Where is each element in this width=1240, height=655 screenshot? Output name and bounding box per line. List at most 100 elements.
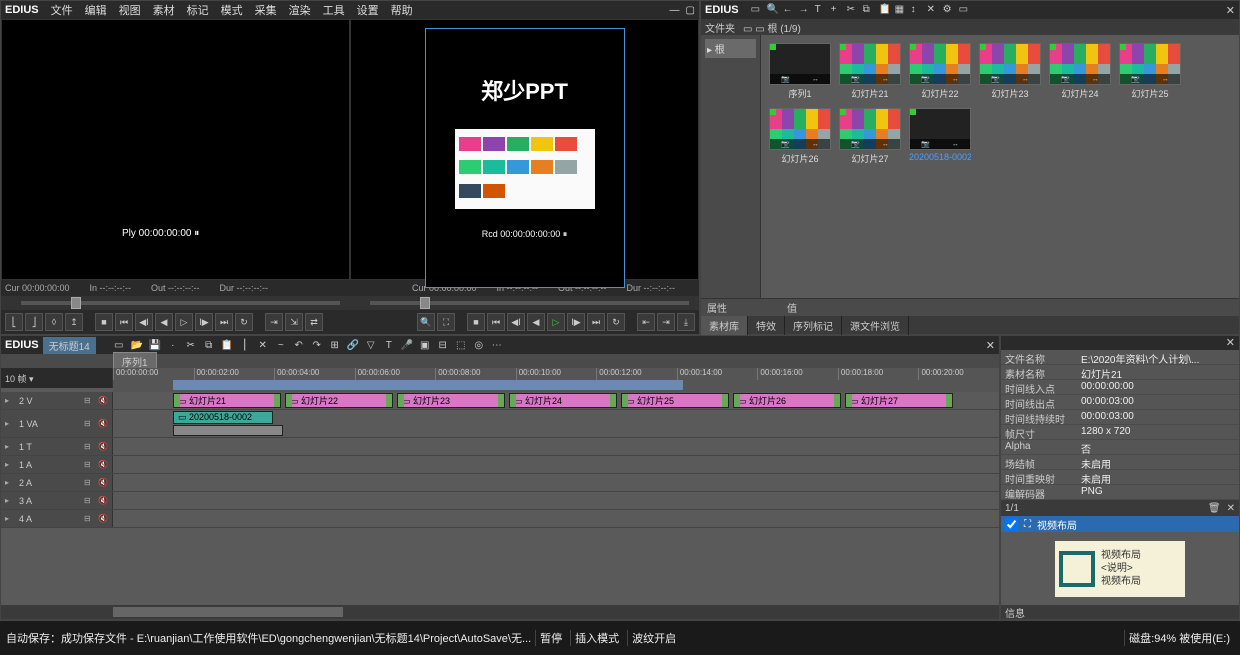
bin-clip[interactable]: 📷↔幻灯片23	[979, 43, 1041, 100]
bin-folder-tree[interactable]: ▸ 根	[701, 35, 761, 298]
cut-icon[interactable]: ✂	[184, 338, 198, 352]
bin-tab[interactable]: 特效	[748, 316, 785, 335]
track-header[interactable]: ▸4 A⊟🔇	[1, 510, 113, 527]
menu-clip[interactable]: 素材	[153, 2, 175, 18]
menu-render[interactable]: 渲染	[289, 2, 311, 18]
folder-icon[interactable]: ▭	[751, 4, 763, 16]
zoom-slider-label[interactable]: 10 帧 ▾	[5, 372, 34, 385]
cut-icon[interactable]: ✂	[847, 4, 859, 16]
timeline-clip[interactable]: ▭ 幻灯片22	[285, 393, 393, 408]
copy-icon[interactable]: ⧉	[202, 338, 216, 352]
redo-icon[interactable]: ↷	[310, 338, 324, 352]
step-back-button[interactable]: ◀I	[135, 313, 153, 331]
rec-play-button[interactable]: ▷	[547, 313, 565, 331]
menu-view[interactable]: 视图	[119, 2, 141, 18]
insert-button[interactable]: ⇥	[265, 313, 283, 331]
next-edit-button[interactable]: ⇥	[657, 313, 675, 331]
fx-enable-checkbox[interactable]	[1005, 518, 1018, 531]
rewind-button[interactable]: ⏮	[115, 313, 133, 331]
bin-clip[interactable]: 📷↔幻灯片27	[839, 108, 901, 165]
menu-tools[interactable]: 工具	[323, 2, 345, 18]
rec-stop-button[interactable]: ■	[467, 313, 485, 331]
track-body[interactable]	[113, 456, 999, 473]
timeline-scrollbar[interactable]	[1, 605, 999, 619]
open-icon[interactable]: 📂	[130, 338, 144, 352]
timeline-audio-clip[interactable]	[173, 425, 283, 436]
bin-tab[interactable]: 素材库	[701, 316, 748, 335]
track-body[interactable]: ▭ 20200518-0002	[113, 410, 999, 437]
menu-file[interactable]: 文件	[51, 2, 73, 18]
timeline-clip[interactable]: ▭ 幻灯片25	[621, 393, 729, 408]
split-icon[interactable]: ⎮	[238, 338, 252, 352]
set-out-icon[interactable]: ⎦	[25, 313, 43, 331]
bin-close-icon[interactable]: ✕	[1226, 4, 1235, 17]
timeline-clip[interactable]: ▭ 20200518-0002	[173, 411, 273, 424]
track-header[interactable]: ▸2 V⊟🔇	[1, 392, 113, 409]
delete-icon[interactable]: ✕	[256, 338, 270, 352]
sort-icon[interactable]: ↕	[911, 4, 923, 16]
source-monitor[interactable]: Ply 00:00:00:00 ⏸	[1, 19, 350, 280]
timeline-clip[interactable]: ▭ 幻灯片21	[173, 393, 281, 408]
search-icon[interactable]: 🔍	[767, 4, 779, 16]
view-icon[interactable]: ▦	[895, 4, 907, 16]
menu-marker[interactable]: 标记	[187, 2, 209, 18]
menu-edit[interactable]: 编辑	[85, 2, 107, 18]
add-icon[interactable]: +	[831, 4, 843, 16]
bin-breadcrumb[interactable]: ▭ ▭ 根 (1/9)	[743, 20, 801, 35]
track-header[interactable]: ▸1 VA⊟🔇	[1, 410, 113, 437]
fx-close-icon[interactable]: ✕	[1227, 503, 1235, 514]
fx-del-icon[interactable]: 🗑	[1208, 503, 1221, 514]
gear-icon[interactable]: ✕	[927, 4, 939, 16]
maximize-icon[interactable]: ▢	[686, 5, 695, 16]
set-in-icon[interactable]: ⎣	[5, 313, 23, 331]
bin-clip[interactable]: 📷↔20200518-0002	[909, 108, 971, 165]
loop-button[interactable]: ↻	[235, 313, 253, 331]
search-icon[interactable]: 🔍	[417, 313, 435, 331]
timeline-clip[interactable]: ▭ 幻灯片26	[733, 393, 841, 408]
track-header[interactable]: ▸1 A⊟🔇	[1, 456, 113, 473]
ins-mode-icon[interactable]: ⬚	[454, 338, 468, 352]
info-close-icon[interactable]: ✕	[1226, 336, 1235, 350]
record-monitor[interactable]: 郑少PPT Rcd 00:00:00:00:00 ⏸	[350, 19, 699, 280]
bin-root-folder[interactable]: ▸ 根	[705, 39, 756, 58]
play-back-button[interactable]: ◀	[155, 313, 173, 331]
replace-button[interactable]: ⇄	[305, 313, 323, 331]
ffwd-button[interactable]: ⏭	[215, 313, 233, 331]
marker-add-icon[interactable]: ▽	[364, 338, 378, 352]
work-area-bar[interactable]	[173, 380, 683, 390]
track-body[interactable]: ▭ 幻灯片21▭ 幻灯片22▭ 幻灯片23▭ 幻灯片24▭ 幻灯片25▭ 幻灯片…	[113, 392, 999, 409]
bin-clip[interactable]: 📷↔幻灯片25	[1119, 43, 1181, 100]
bin-clip[interactable]: 📷↔幻灯片22	[909, 43, 971, 100]
overwrite-button[interactable]: ⇲	[285, 313, 303, 331]
rec-step-fwd-button[interactable]: I▶	[567, 313, 585, 331]
stop-button[interactable]: ■	[95, 313, 113, 331]
paste-icon[interactable]: 📋	[879, 4, 891, 16]
rec-rewind-button[interactable]: ⏮	[487, 313, 505, 331]
timeline-ruler[interactable]: 00:00:00:0000:00:02:0000:00:04:0000:00:0…	[113, 368, 999, 392]
track-body[interactable]	[113, 438, 999, 455]
props-icon[interactable]: ⚙	[943, 4, 955, 16]
src-scrubber[interactable]	[1, 296, 350, 310]
step-fwd-button[interactable]: I▶	[195, 313, 213, 331]
more-icon[interactable]: ⋯	[490, 338, 504, 352]
menu-capture[interactable]: 采集	[255, 2, 277, 18]
lift-icon[interactable]: ↥	[65, 313, 83, 331]
bin-clip[interactable]: 📷↔序列1	[769, 43, 831, 100]
fx-expand-icon[interactable]: ⛶	[1024, 519, 1031, 530]
bin-tab[interactable]: 源文件浏览	[842, 316, 909, 335]
arrow-left-icon[interactable]: ←	[783, 4, 795, 16]
timeline-clip[interactable]: ▭ 幻灯片27	[845, 393, 953, 408]
target-icon[interactable]: ◎	[472, 338, 486, 352]
rec-loop-button[interactable]: ↻	[607, 313, 625, 331]
minimize-icon[interactable]: —	[670, 5, 680, 16]
render-icon[interactable]: ▣	[418, 338, 432, 352]
play-button[interactable]: ▷	[175, 313, 193, 331]
dock-icon[interactable]: ▭	[959, 4, 971, 16]
title-icon[interactable]: T	[382, 338, 396, 352]
track-body[interactable]	[113, 492, 999, 509]
undo-icon[interactable]: ↶	[292, 338, 306, 352]
menu-mode[interactable]: 模式	[221, 2, 243, 18]
paste-icon[interactable]: 📋	[220, 338, 234, 352]
snap-icon[interactable]: ⊟	[436, 338, 450, 352]
ripple-icon[interactable]: ~	[274, 338, 288, 352]
